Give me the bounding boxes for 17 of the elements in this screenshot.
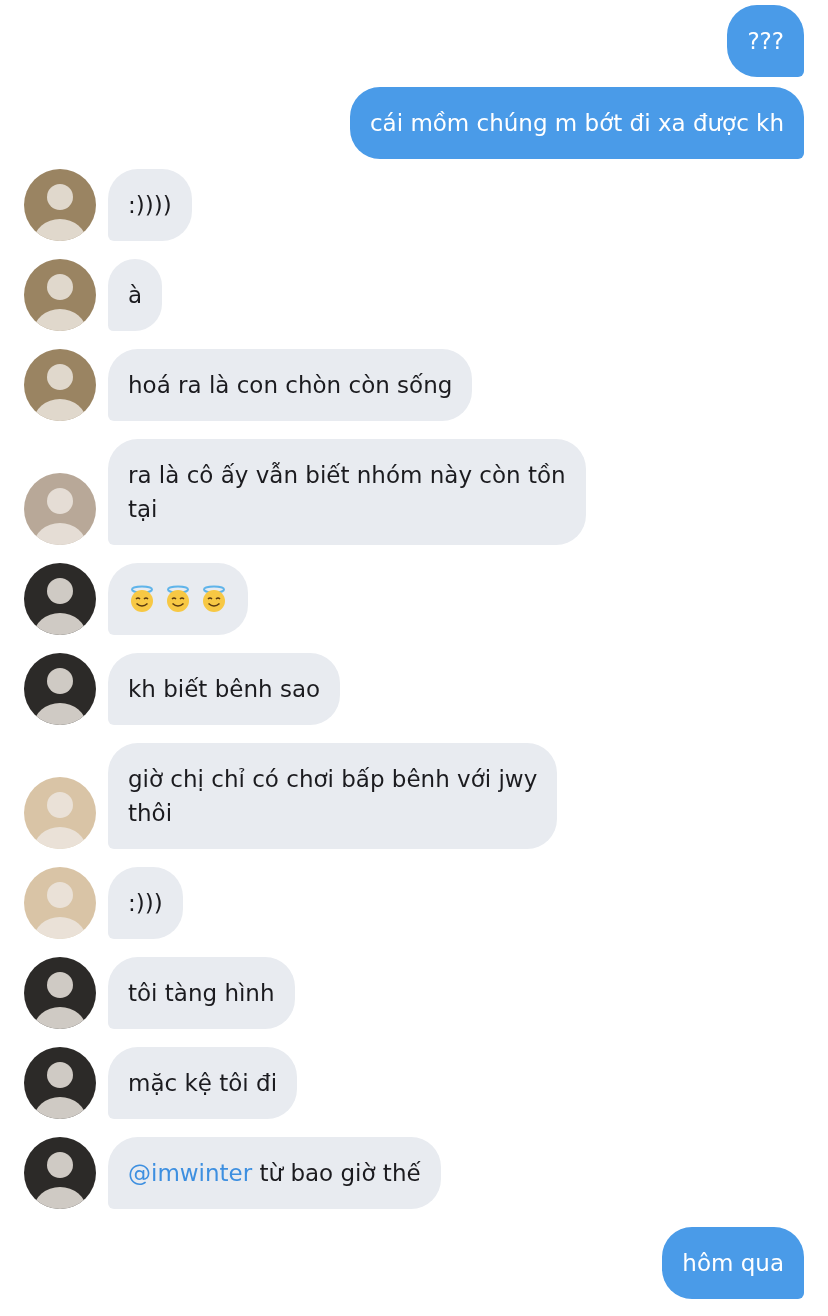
message-bubble: cái mồm chúng m bớt đi xa được kh [349,87,804,159]
mention-link[interactable]: @imwinter [128,1160,253,1186]
message-bubble: à [108,259,163,331]
message-bubble: :))) [108,867,183,939]
halo-smile-icon [164,585,192,613]
halo-smile-icon [200,585,228,613]
message-bubble: tôi tàng hình [108,957,295,1029]
message-bubble: kh biết bênh sao [108,653,341,725]
message-bubble: ??? [727,5,804,77]
message-bubble: ra là cô ấy vẫn biết nhóm này còn tồn tại [108,439,586,545]
message-bubble: :)))) [108,169,192,241]
message-bubble: mặc kệ tôi đi [108,1047,298,1119]
message-bubble: hôm qua [662,1227,804,1299]
message-bubble: giờ chị chỉ có chơi bấp bênh với jwy thôi [108,743,558,849]
halo-smile-icon [128,585,156,613]
message-bubble: hoá ra là con chòn còn sống [108,349,473,421]
message-bubble: @imwinter từ bao giờ thế [108,1137,441,1209]
